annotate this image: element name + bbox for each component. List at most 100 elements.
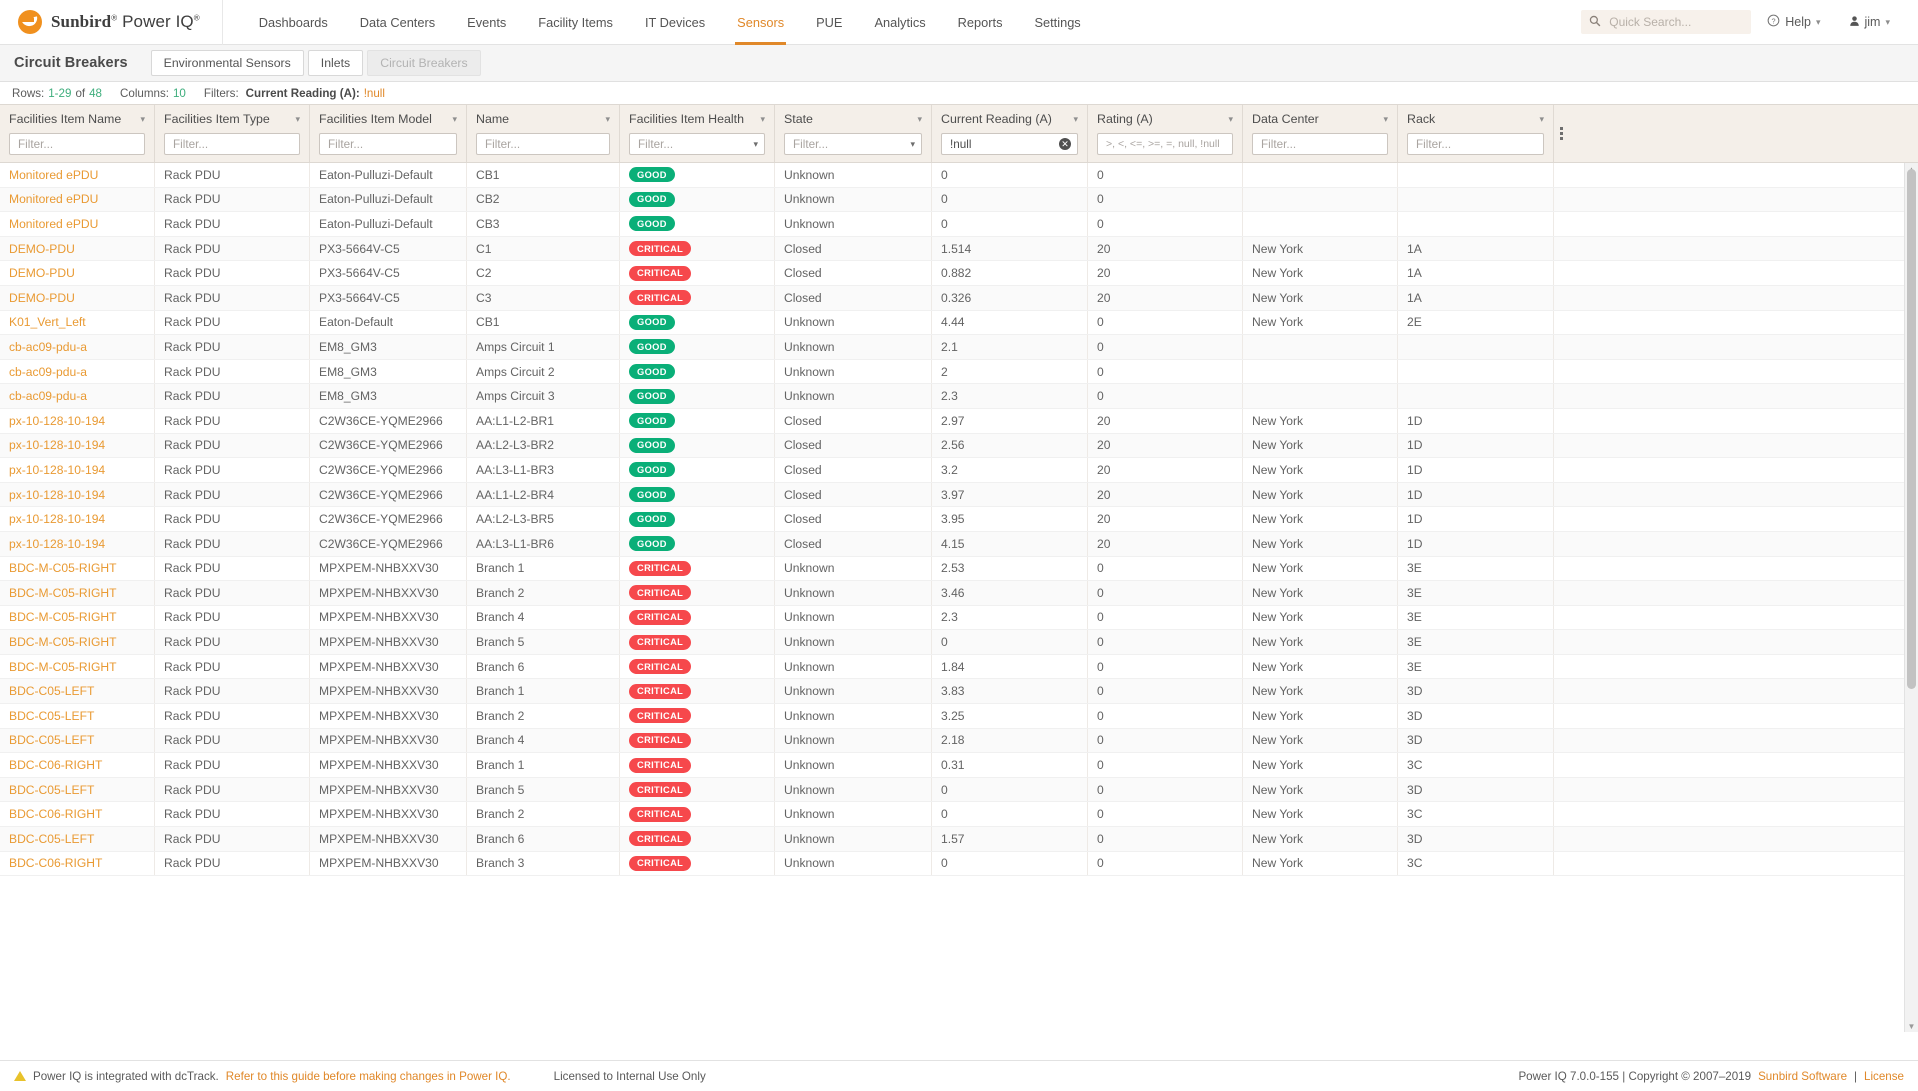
table-row[interactable]: DEMO-PDURack PDUPX3-5664V-C5C2CRITICALCl… [0, 261, 1918, 286]
tab-environmental-sensors[interactable]: Environmental Sensors [151, 50, 304, 76]
menu-item-it-devices[interactable]: IT Devices [629, 0, 721, 45]
column-filter-facilities-item-type[interactable] [164, 133, 300, 155]
cell-facilities-item-name[interactable]: DEMO-PDU [0, 261, 155, 285]
table-row[interactable]: BDC-C05-LEFTRack PDUMPXPEM-NHBXXV30Branc… [0, 827, 1918, 852]
column-header-facilities-item-health[interactable]: Facilities Item Health▾▾ [620, 105, 775, 162]
table-row[interactable]: cb-ac09-pdu-aRack PDUEM8_GM3Amps Circuit… [0, 360, 1918, 385]
chevron-down-icon[interactable]: ▾ [1067, 114, 1078, 125]
column-header-facilities-item-model[interactable]: Facilities Item Model▾ [310, 105, 467, 162]
chevron-down-icon[interactable]: ▾ [134, 114, 145, 125]
column-header-facilities-item-type[interactable]: Facilities Item Type▾ [155, 105, 310, 162]
column-filter-input-state[interactable] [791, 137, 906, 152]
table-row[interactable]: BDC-C05-LEFTRack PDUMPXPEM-NHBXXV30Branc… [0, 729, 1918, 754]
cell-facilities-item-name[interactable]: px-10-128-10-194 [0, 458, 155, 482]
column-chooser-button[interactable] [1554, 105, 1569, 162]
chevron-down-icon[interactable]: ▾ [1533, 114, 1544, 125]
table-row[interactable]: Monitored ePDURack PDUEaton-Pulluzi-Defa… [0, 163, 1918, 188]
scrollbar-thumb[interactable] [1907, 169, 1916, 689]
search-input[interactable] [1607, 14, 1743, 30]
column-filter-input-rating-a[interactable] [1104, 137, 1226, 151]
chevron-down-icon[interactable]: ▾ [753, 139, 758, 150]
cell-facilities-item-name[interactable]: Monitored ePDU [0, 188, 155, 212]
table-row[interactable]: DEMO-PDURack PDUPX3-5664V-C5C3CRITICALCl… [0, 286, 1918, 311]
table-row[interactable]: BDC-C06-RIGHTRack PDUMPXPEM-NHBXXV30Bran… [0, 753, 1918, 778]
menu-item-facility-items[interactable]: Facility Items [522, 0, 629, 45]
table-row[interactable]: BDC-C05-LEFTRack PDUMPXPEM-NHBXXV30Branc… [0, 778, 1918, 803]
column-header-current-reading-a[interactable]: Current Reading (A)▾✕ [932, 105, 1088, 162]
column-header-state[interactable]: State▾▾ [775, 105, 932, 162]
column-filter-rack[interactable] [1407, 133, 1544, 155]
column-filter-rating-a[interactable] [1097, 133, 1233, 155]
cell-facilities-item-name[interactable]: BDC-M-C05-RIGHT [0, 606, 155, 630]
chevron-down-icon[interactable]: ▾ [910, 139, 915, 150]
cell-facilities-item-name[interactable]: cb-ac09-pdu-a [0, 360, 155, 384]
column-header-rack[interactable]: Rack▾ [1398, 105, 1554, 162]
column-filter-name[interactable] [476, 133, 610, 155]
table-row[interactable]: BDC-C05-LEFTRack PDUMPXPEM-NHBXXV30Branc… [0, 704, 1918, 729]
menu-item-dashboards[interactable]: Dashboards [243, 0, 344, 45]
column-header-facilities-item-name[interactable]: Facilities Item Name▾ [0, 105, 155, 162]
scroll-down-icon[interactable]: ▼ [1905, 1020, 1918, 1032]
table-row[interactable]: BDC-C06-RIGHTRack PDUMPXPEM-NHBXXV30Bran… [0, 852, 1918, 877]
column-filter-input-facilities-item-model[interactable] [326, 137, 450, 152]
user-menu[interactable]: jim ▾ [1837, 15, 1903, 30]
column-filter-input-facilities-item-name[interactable] [16, 137, 138, 152]
chevron-down-icon[interactable]: ▾ [599, 114, 610, 125]
menu-item-sensors[interactable]: Sensors [721, 0, 800, 45]
column-filter-input-name[interactable] [483, 137, 603, 152]
cell-facilities-item-name[interactable]: BDC-C05-LEFT [0, 679, 155, 703]
column-filter-current-reading-a[interactable]: ✕ [941, 133, 1078, 155]
column-header-rating-a[interactable]: Rating (A)▾ [1088, 105, 1243, 162]
column-filter-input-facilities-item-health[interactable] [636, 137, 749, 152]
column-filter-state[interactable]: ▾ [784, 133, 922, 155]
chevron-down-icon[interactable]: ▾ [911, 114, 922, 125]
column-filter-facilities-item-model[interactable] [319, 133, 457, 155]
cell-facilities-item-name[interactable]: Monitored ePDU [0, 163, 155, 187]
company-link[interactable]: Sunbird Software [1758, 1070, 1847, 1083]
cell-facilities-item-name[interactable]: DEMO-PDU [0, 237, 155, 261]
brand-logo-area[interactable]: Sunbird® Power IQ® [0, 0, 223, 45]
table-row[interactable]: px-10-128-10-194Rack PDUC2W36CE-YQME2966… [0, 483, 1918, 508]
chevron-down-icon[interactable]: ▾ [754, 114, 765, 125]
cell-facilities-item-name[interactable]: px-10-128-10-194 [0, 409, 155, 433]
cell-facilities-item-name[interactable]: BDC-M-C05-RIGHT [0, 630, 155, 654]
cell-facilities-item-name[interactable]: BDC-M-C05-RIGHT [0, 581, 155, 605]
column-filter-data-center[interactable] [1252, 133, 1388, 155]
cell-facilities-item-name[interactable]: px-10-128-10-194 [0, 507, 155, 531]
table-row[interactable]: K01_Vert_LeftRack PDUEaton-DefaultCB1GOO… [0, 311, 1918, 336]
menu-item-analytics[interactable]: Analytics [858, 0, 941, 45]
table-row[interactable]: cb-ac09-pdu-aRack PDUEM8_GM3Amps Circuit… [0, 384, 1918, 409]
cell-facilities-item-name[interactable]: BDC-C06-RIGHT [0, 802, 155, 826]
chevron-down-icon[interactable]: ▾ [289, 114, 300, 125]
cell-facilities-item-name[interactable]: BDC-C05-LEFT [0, 778, 155, 802]
cell-facilities-item-name[interactable]: px-10-128-10-194 [0, 434, 155, 458]
cell-facilities-item-name[interactable]: BDC-M-C05-RIGHT [0, 655, 155, 679]
cell-facilities-item-name[interactable]: px-10-128-10-194 [0, 532, 155, 556]
menu-item-pue[interactable]: PUE [800, 0, 858, 45]
table-row[interactable]: px-10-128-10-194Rack PDUC2W36CE-YQME2966… [0, 409, 1918, 434]
cell-facilities-item-name[interactable]: BDC-C06-RIGHT [0, 852, 155, 876]
table-row[interactable]: px-10-128-10-194Rack PDUC2W36CE-YQME2966… [0, 434, 1918, 459]
table-row[interactable]: BDC-C05-LEFTRack PDUMPXPEM-NHBXXV30Branc… [0, 679, 1918, 704]
vertical-scrollbar[interactable]: ▲ ▼ [1904, 163, 1918, 1032]
menu-item-data-centers[interactable]: Data Centers [344, 0, 451, 45]
table-row[interactable]: Monitored ePDURack PDUEaton-Pulluzi-Defa… [0, 212, 1918, 237]
quick-search-box[interactable] [1581, 10, 1751, 34]
table-row[interactable]: px-10-128-10-194Rack PDUC2W36CE-YQME2966… [0, 458, 1918, 483]
menu-item-reports[interactable]: Reports [942, 0, 1019, 45]
column-filter-facilities-item-health[interactable]: ▾ [629, 133, 765, 155]
table-row[interactable]: BDC-M-C05-RIGHTRack PDUMPXPEM-NHBXXV30Br… [0, 557, 1918, 582]
cell-facilities-item-name[interactable]: cb-ac09-pdu-a [0, 384, 155, 408]
table-row[interactable]: cb-ac09-pdu-aRack PDUEM8_GM3Amps Circuit… [0, 335, 1918, 360]
chevron-down-icon[interactable]: ▾ [1377, 114, 1388, 125]
cell-facilities-item-name[interactable]: BDC-C05-LEFT [0, 704, 155, 728]
table-row[interactable]: px-10-128-10-194Rack PDUC2W36CE-YQME2966… [0, 532, 1918, 557]
cell-facilities-item-name[interactable]: cb-ac09-pdu-a [0, 335, 155, 359]
table-row[interactable]: BDC-M-C05-RIGHTRack PDUMPXPEM-NHBXXV30Br… [0, 630, 1918, 655]
cell-facilities-item-name[interactable]: Monitored ePDU [0, 212, 155, 236]
cell-facilities-item-name[interactable]: K01_Vert_Left [0, 311, 155, 335]
table-row[interactable]: BDC-M-C05-RIGHTRack PDUMPXPEM-NHBXXV30Br… [0, 655, 1918, 680]
column-filter-facilities-item-name[interactable] [9, 133, 145, 155]
menu-item-settings[interactable]: Settings [1018, 0, 1096, 45]
guide-link[interactable]: Refer to this guide before making change… [226, 1070, 511, 1083]
